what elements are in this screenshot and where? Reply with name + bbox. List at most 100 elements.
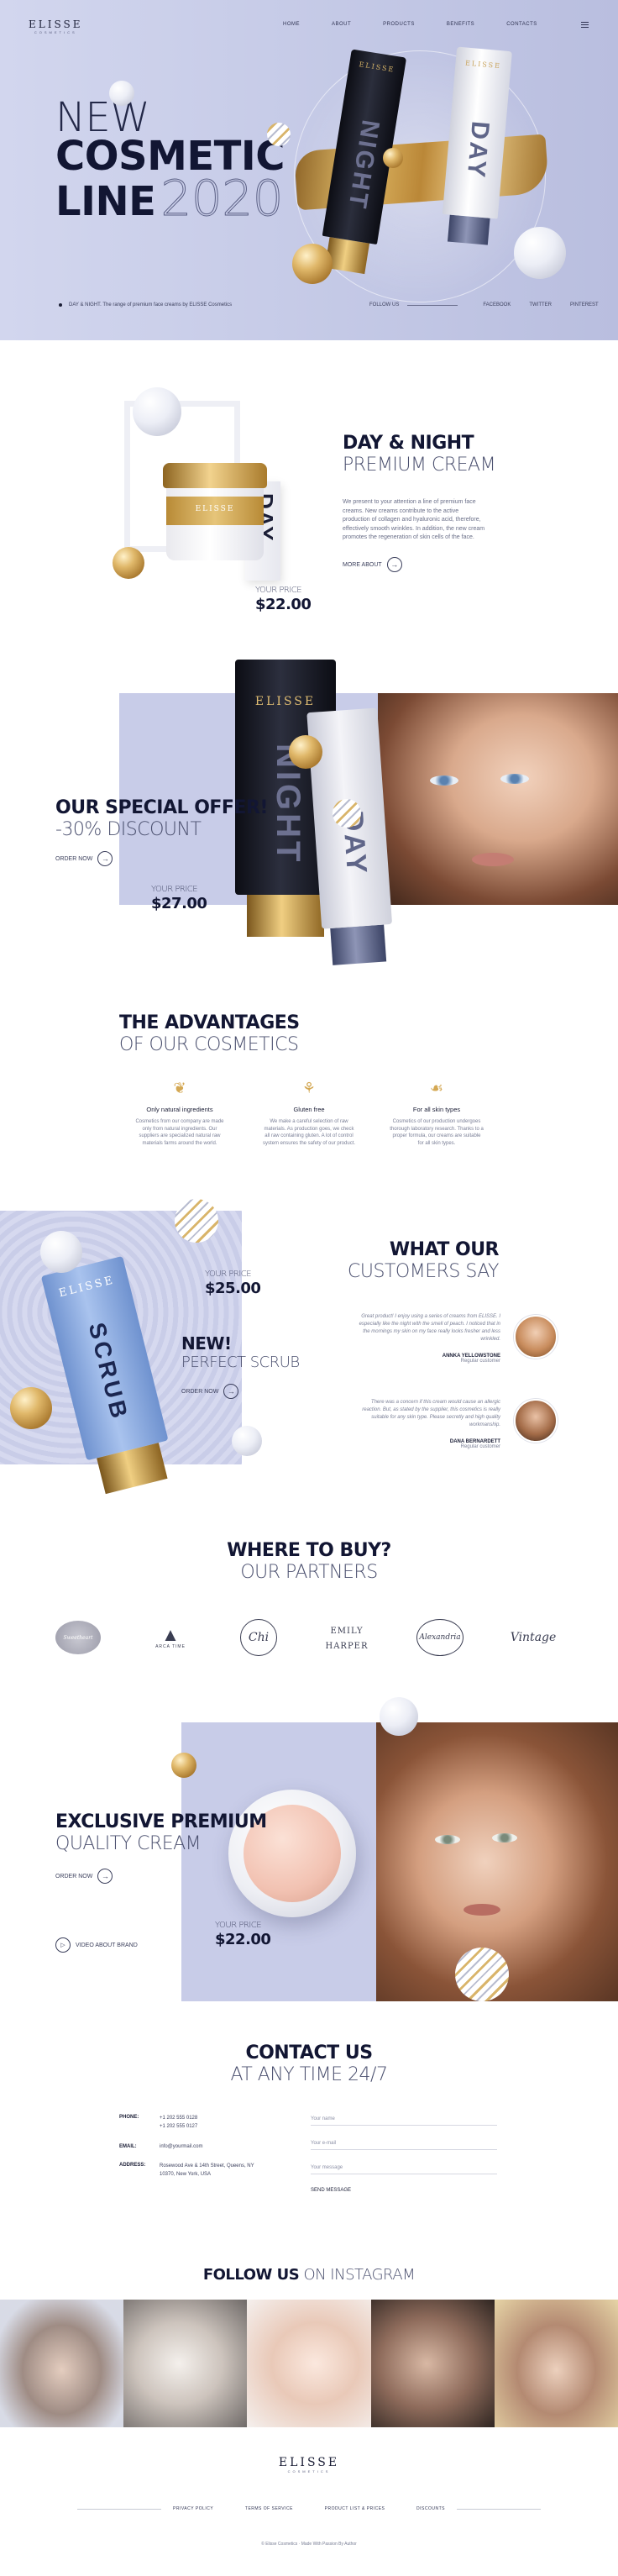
- social-twitter[interactable]: TWITTER: [529, 302, 552, 308]
- model-lips: [464, 1904, 500, 1916]
- name-field[interactable]: Your name: [311, 2113, 497, 2126]
- striped-sphere: [455, 1948, 509, 2001]
- partner-logo[interactable]: ▲ ARCA TIME: [141, 1624, 200, 1650]
- phone-number[interactable]: +1 202 555 0128: [160, 2115, 197, 2123]
- instagram-section: FOLLOW US ON INSTAGRAM: [0, 2256, 618, 2432]
- partner-logo[interactable]: Alexandria: [416, 1619, 464, 1656]
- hero-follow: FOLLOW US FACEBOOK TWITTER PINTEREST: [369, 302, 599, 308]
- partner-logo[interactable]: EMILY HARPER: [317, 1622, 376, 1653]
- more-about-button[interactable]: MORE ABOUT →: [343, 557, 402, 572]
- partner-logo[interactable]: Sweetheart: [55, 1621, 101, 1654]
- order-now-label: ORDER NOW: [55, 1873, 93, 1879]
- gold-sphere: [289, 735, 322, 769]
- footer-link-privacy[interactable]: PRIVACY POLICY: [173, 2506, 213, 2511]
- nav-home[interactable]: HOME: [283, 22, 300, 27]
- nav-products[interactable]: PRODUCTS: [383, 22, 415, 27]
- contact-title: CONTACT US: [245, 2042, 373, 2063]
- arrow-right-icon: →: [97, 1869, 113, 1884]
- reviewer-role: Regular customer: [460, 1444, 500, 1449]
- hand-drop-icon: ☙: [429, 1080, 444, 1096]
- hero-year: 2020: [160, 170, 284, 228]
- social-facebook[interactable]: FACEBOOK: [483, 302, 511, 308]
- nav-benefits[interactable]: BENEFITS: [447, 22, 474, 27]
- product1-price: $22.00: [255, 596, 312, 613]
- scrub-price: $25.00: [205, 1280, 261, 1297]
- instagram-photo[interactable]: [123, 2300, 248, 2427]
- order-now-label: ORDER NOW: [181, 1388, 219, 1395]
- special-offer-section: ELISSE NIGHT DAY OUR SPECIAL OFFER! -30%…: [0, 660, 618, 996]
- exclusive-order-button[interactable]: ORDER NOW →: [55, 1869, 113, 1884]
- offer-title: OUR SPECIAL OFFER!: [55, 797, 268, 818]
- scrub-price-label: YOUR PRICE: [205, 1270, 252, 1279]
- scrub-order-button[interactable]: ORDER NOW →: [181, 1384, 239, 1399]
- model-eye-right: [492, 1833, 517, 1843]
- striped-sphere: [333, 799, 361, 828]
- footer-copyright: © Elisse Cosmetics · Made With Passion B…: [261, 2542, 357, 2547]
- striped-sphere: [175, 1199, 218, 1243]
- instagram-photo[interactable]: [247, 2300, 371, 2427]
- model-lips: [472, 853, 514, 866]
- gold-sphere: [383, 148, 403, 168]
- email-link[interactable]: info@yourmail.com: [160, 2144, 202, 2149]
- footer-link-discounts[interactable]: DISCOUNTS: [416, 2506, 445, 2511]
- phone-number[interactable]: +1 202 555 0127: [160, 2123, 197, 2132]
- social-pinterest[interactable]: PINTEREST: [570, 302, 599, 308]
- brand-logo[interactable]: ELISSE COSMETICS: [29, 18, 82, 34]
- pearl-sphere: [232, 1426, 262, 1456]
- advantage-title: For all skin types: [412, 1106, 461, 1113]
- footer-link-terms[interactable]: TERMS OF SERVICE: [245, 2506, 293, 2511]
- phone-label: PHONE:: [119, 2115, 139, 2120]
- review-item: Great product! I enjoy using a series of…: [353, 1313, 500, 1364]
- gold-sphere: [113, 547, 144, 579]
- footer-logo[interactable]: ELISSE COSMETICS: [0, 2456, 618, 2473]
- hamburger-icon[interactable]: [581, 22, 589, 28]
- product-day-night-section: DAY ELISSE DAY & NIGHT PREMIUM CREAM We …: [0, 340, 618, 660]
- hero-caption-text: DAY & NIGHT. The range of premium face c…: [69, 302, 233, 308]
- email-label: EMAIL:: [119, 2144, 137, 2150]
- email-field[interactable]: Your e-mail: [311, 2137, 497, 2150]
- video-label: VIDEO ABOUT BRAND: [76, 1942, 138, 1948]
- offer-discount: -30% DISCOUNT: [55, 819, 202, 840]
- more-about-label: MORE ABOUT: [343, 561, 382, 568]
- arrow-right-icon: →: [97, 851, 113, 866]
- instagram-photo[interactable]: [0, 2300, 124, 2427]
- advantage-card: ❦ Only natural ingredients Cosmetics fro…: [133, 1080, 227, 1148]
- play-icon: ▷: [55, 1937, 71, 1953]
- caption-dot-icon: [59, 303, 62, 307]
- product1-title: DAY & NIGHT: [343, 433, 474, 454]
- hero-caption: DAY & NIGHT. The range of premium face c…: [59, 302, 232, 308]
- footer-divider-left: [77, 2509, 161, 2510]
- exclusive-title: EXCLUSIVE PREMIUM: [55, 1811, 267, 1832]
- arrow-right-icon: →: [386, 557, 402, 572]
- model-photo: [378, 693, 618, 905]
- wheat-icon: ⚘: [301, 1080, 317, 1096]
- nav-contacts[interactable]: CONTACTS: [506, 22, 537, 27]
- contact-info: PHONE: +1 202 555 0128 +1 202 555 0127 E…: [119, 2115, 287, 2179]
- brand-tagline: COSMETICS: [34, 30, 77, 34]
- address-text: Rosewood Ave & 14th Street, Queens, NY 1…: [160, 2163, 254, 2177]
- contact-form: Your name Your e-mail Your message SEND …: [311, 2113, 497, 2193]
- advantage-text: We make a careful selection of raw mater…: [262, 1119, 356, 1147]
- hero-section: ELISSE COSMETICS HOME ABOUT PRODUCTS BEN…: [0, 0, 618, 340]
- instagram-photo[interactable]: [370, 2300, 495, 2427]
- nav-about[interactable]: ABOUT: [332, 22, 351, 27]
- message-field[interactable]: Your message: [311, 2162, 497, 2174]
- partners-section: WHERE TO BUY? OUR PARTNERS Sweetheart ▲ …: [0, 1517, 618, 1697]
- footer-link-products[interactable]: PRODUCT LIST & PRICES: [325, 2506, 385, 2511]
- order-now-button[interactable]: ORDER NOW →: [55, 851, 113, 866]
- partner-logo[interactable]: Vintage: [504, 1630, 563, 1645]
- order-now-label: ORDER NOW: [55, 855, 93, 862]
- mountain-icon: ▲: [161, 1624, 180, 1645]
- send-message-button[interactable]: SEND MESSAGE: [311, 2188, 497, 2193]
- hero-line-new: NEW: [55, 94, 150, 141]
- review-text: Great product! I enjoy using a series of…: [359, 1314, 500, 1342]
- footer-divider-right: [457, 2509, 541, 2510]
- instagram-photo[interactable]: [494, 2300, 618, 2427]
- partner-logo[interactable]: Chi: [240, 1619, 277, 1656]
- advantages-title: THE ADVANTAGES: [119, 1012, 300, 1033]
- exclusive-price: $22.00: [215, 1931, 271, 1948]
- reviewer-role: Regular customer: [460, 1359, 500, 1364]
- model-eye-right: [500, 774, 529, 784]
- exclusive-price-label: YOUR PRICE: [215, 1921, 262, 1930]
- video-button[interactable]: ▷ VIDEO ABOUT BRAND: [55, 1937, 138, 1953]
